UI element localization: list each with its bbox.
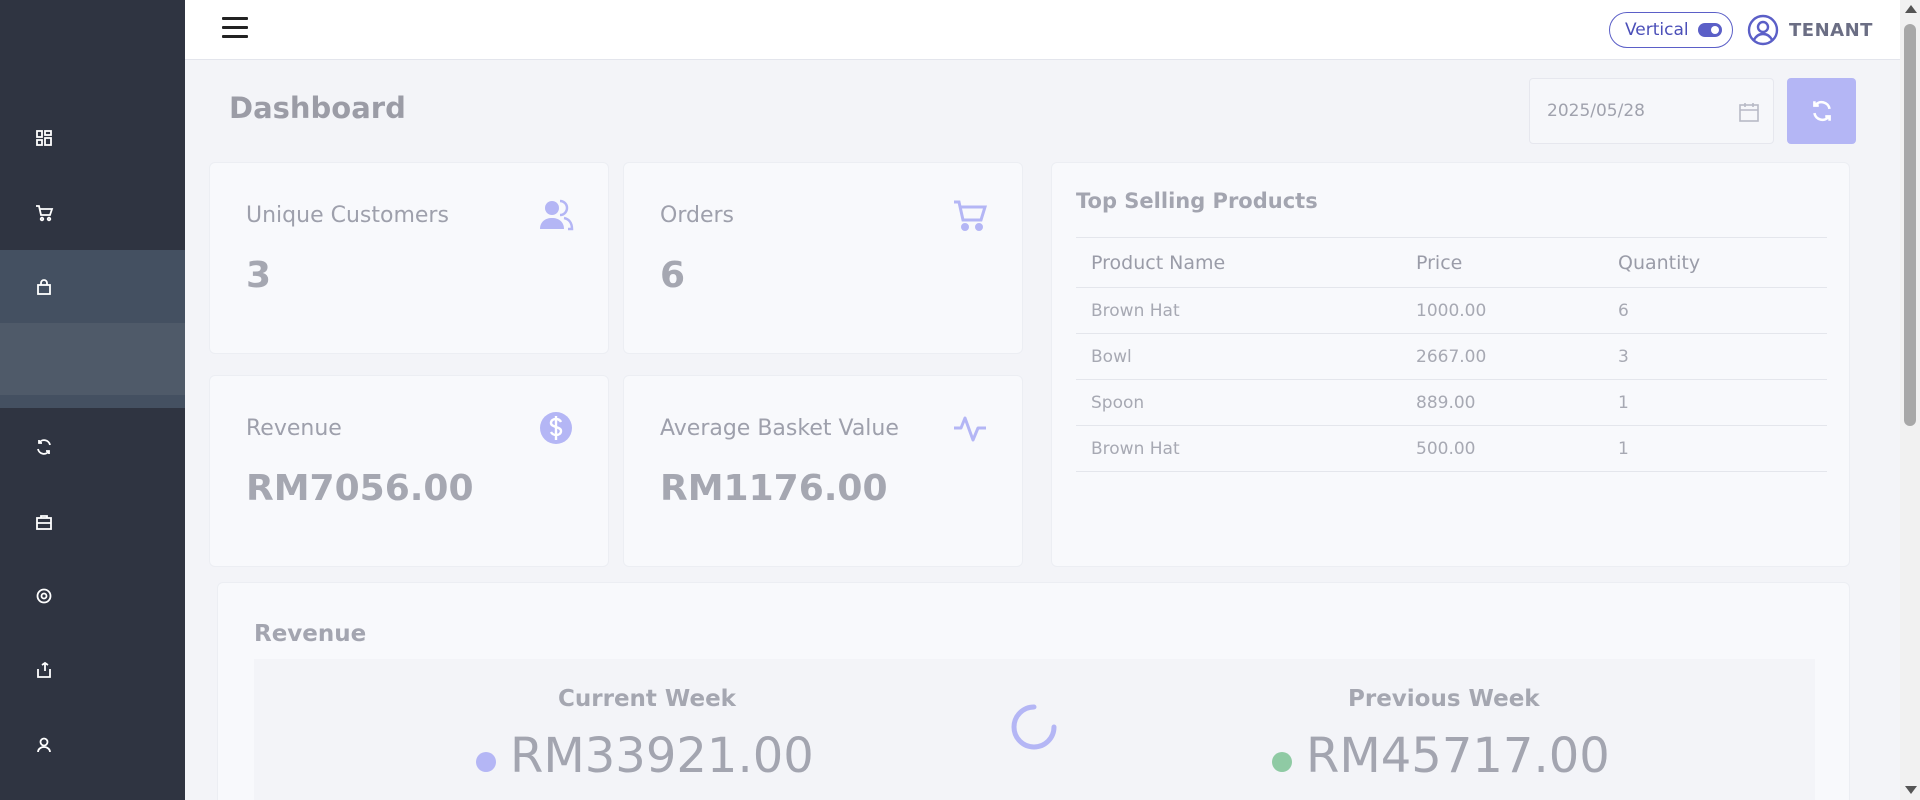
toggle-switch-icon [1697, 23, 1722, 37]
table-row: Brown Hat 500.00 1 [1076, 425, 1827, 472]
cart-icon [36, 205, 54, 222]
users-icon [540, 199, 574, 231]
loading-spinner-icon [1011, 704, 1057, 750]
cell-quantity: 1 [1603, 379, 1827, 426]
stat-card-average-basket: Average Basket Value RM1176.00 [623, 375, 1023, 567]
refresh-icon [1812, 100, 1831, 122]
cell-product-name: Spoon [1076, 379, 1401, 426]
current-week-label: Current Week [558, 686, 736, 712]
sidebar-item-dashboard[interactable] [0, 101, 185, 175]
stat-label: Orders [660, 203, 734, 228]
sidebar-item-settings[interactable] [0, 559, 185, 633]
sidebar-item-products[interactable] [0, 250, 185, 324]
previous-week-label: Previous Week [1348, 686, 1540, 712]
sidebar-item-profile[interactable] [0, 708, 185, 782]
cell-quantity: 1 [1603, 425, 1827, 472]
column-header: Price [1401, 237, 1603, 288]
stat-label: Unique Customers [246, 203, 449, 228]
date-value: 2025/05/28 [1547, 101, 1645, 121]
sidebar [0, 0, 185, 800]
sidebar-item-sync[interactable] [0, 410, 185, 484]
date-picker[interactable]: 2025/05/28 [1529, 78, 1774, 144]
cell-price: 2667.00 [1401, 333, 1603, 380]
card-title: Top Selling Products [1076, 189, 1318, 213]
cell-product-name: Brown Hat [1076, 425, 1401, 472]
stat-value: 6 [660, 255, 686, 296]
table-row: Brown Hat 1000.00 6 [1076, 287, 1827, 334]
calendar-icon [1739, 103, 1759, 122]
current-week-legend-dot [476, 752, 496, 772]
user-name: TENANT [1789, 19, 1873, 41]
cell-quantity: 6 [1603, 287, 1827, 334]
settings-icon [36, 588, 52, 604]
cell-quantity: 3 [1603, 333, 1827, 380]
activity-icon [954, 416, 986, 442]
stat-card-unique-customers: Unique Customers 3 [209, 162, 609, 354]
user-icon [37, 737, 51, 753]
table-row: Bowl 2667.00 3 [1076, 333, 1827, 380]
stat-label: Average Basket Value [660, 416, 899, 441]
cell-price: 500.00 [1401, 425, 1603, 472]
sidebar-item-business[interactable] [0, 485, 185, 559]
sidebar-submenu-divider [0, 395, 185, 408]
hamburger-menu-icon[interactable] [222, 17, 248, 41]
top-selling-products-card: Top Selling Products Product Name Price … [1051, 162, 1850, 567]
refresh-icon [37, 439, 51, 455]
card-title: Revenue [254, 621, 367, 647]
dollar-icon [540, 412, 572, 444]
cart-icon [954, 200, 988, 231]
layout-toggle-button[interactable]: Vertical [1609, 12, 1733, 48]
table-header-row: Product Name Price Quantity [1076, 237, 1827, 288]
scroll-thumb[interactable] [1904, 24, 1916, 426]
stat-value: RM7056.00 [246, 468, 474, 509]
layout-toggle-label: Vertical [1625, 20, 1689, 40]
dashboard-icon [36, 130, 52, 146]
sidebar-item-orders[interactable] [0, 176, 185, 250]
current-week-value: RM33921.00 [510, 728, 814, 784]
table-row: Spoon 889.00 1 [1076, 379, 1827, 426]
cell-product-name: Brown Hat [1076, 287, 1401, 334]
column-header: Quantity [1603, 237, 1827, 288]
cell-price: 1000.00 [1401, 287, 1603, 334]
sidebar-item-export[interactable] [0, 633, 185, 707]
stat-value: 3 [246, 255, 272, 296]
previous-week-value: RM45717.00 [1306, 728, 1610, 784]
previous-week-legend-dot [1272, 752, 1292, 772]
user-circle-icon [1747, 14, 1779, 46]
stat-value: RM1176.00 [660, 468, 888, 509]
stat-card-orders: Orders 6 [623, 162, 1023, 354]
briefcase-icon [36, 515, 52, 530]
export-icon [37, 661, 51, 678]
user-menu[interactable]: TENANT [1747, 14, 1873, 46]
stat-card-revenue: Revenue RM7056.00 [209, 375, 609, 567]
page-title: Dashboard [229, 91, 406, 125]
bag-icon [37, 279, 51, 295]
page-scrollbar[interactable] [1900, 0, 1920, 800]
stat-label: Revenue [246, 416, 342, 441]
scroll-up-arrow-icon[interactable] [1905, 5, 1917, 13]
top-selling-table: Product Name Price Quantity Brown Hat 10… [1076, 237, 1827, 472]
refresh-button[interactable] [1787, 78, 1856, 144]
column-header: Product Name [1076, 237, 1401, 288]
cell-product-name: Bowl [1076, 333, 1401, 380]
scroll-down-arrow-icon[interactable] [1905, 786, 1917, 794]
topbar: Vertical TENANT [185, 0, 1900, 60]
cell-price: 889.00 [1401, 379, 1603, 426]
